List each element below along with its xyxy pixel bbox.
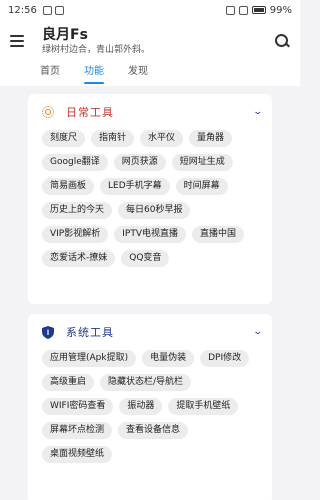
tool-chip[interactable]: 指南针 (91, 130, 135, 147)
tool-chip[interactable]: 水平仪 (140, 130, 184, 147)
tool-chip[interactable]: 桌面视频壁纸 (42, 446, 113, 463)
section-system-tools: 系统工具 ⌄ 应用管理(Apk提取) 电量伪装 DPI修改高级重启 隐藏状态栏/导航栏… (28, 314, 272, 500)
tool-chip[interactable]: WIFI密码查看 (42, 398, 114, 415)
section-header[interactable]: 日常工具 ⌄ (42, 102, 264, 122)
status-time: 12:56 (8, 4, 37, 16)
tool-chip[interactable]: 网页获源 (113, 154, 166, 171)
tool-chip[interactable]: 提取手机壁纸 (168, 398, 239, 415)
tool-chip[interactable]: IPTV电视直播 (114, 226, 186, 243)
tool-chip[interactable]: DPI修改 (200, 350, 250, 367)
tool-list: 刻度尺 指南针 水平仪 量角器 Google翻译 网页获源 短网址生成简易画板 LED手机字幕… (42, 130, 262, 267)
wifi-icon (225, 5, 235, 15)
tab-home[interactable]: 首页 (28, 62, 72, 86)
status-bar: 12:56 99% (0, 0, 300, 20)
tool-chip[interactable]: 高级重启 (42, 374, 95, 391)
app-title: 良月Fs (42, 26, 88, 43)
battery-icon (251, 6, 266, 14)
tool-chip[interactable]: VIP影视解析 (42, 226, 109, 243)
tool-chip[interactable]: QQ变音 (121, 250, 170, 267)
notification-icons (42, 5, 64, 15)
tab-bar: 首页 功能 发现 (0, 62, 300, 86)
tool-chip[interactable]: 应用管理(Apk提取) (42, 350, 137, 367)
section-title: 系统工具 (66, 326, 114, 339)
tool-chip[interactable]: 简易画板 (42, 178, 95, 195)
app-header: 良月Fs 绿树村边合，青山郭外斜。 (0, 20, 300, 62)
tab-discover[interactable]: 发现 (116, 62, 160, 86)
tab-features[interactable]: 功能 (72, 62, 116, 86)
tool-chip[interactable]: 量角器 (189, 130, 233, 147)
section-title: 日常工具 (66, 106, 114, 119)
tool-chip[interactable]: 短网址生成 (171, 154, 233, 171)
tool-chip[interactable]: LED手机字幕 (100, 178, 170, 195)
chevron-down-icon[interactable]: ⌄ (253, 327, 264, 337)
tool-chip[interactable]: 屏幕坏点检测 (42, 422, 113, 439)
section-header[interactable]: 系统工具 ⌄ (42, 322, 264, 342)
tool-chip[interactable]: 历史上的今天 (42, 202, 113, 219)
chevron-down-icon[interactable]: ⌄ (253, 107, 264, 117)
notification-icon (54, 5, 64, 15)
app-subtitle: 绿树村边合，青山郭外斜。 (42, 44, 151, 55)
tool-chip[interactable]: 隐藏状态栏/导航栏 (100, 374, 192, 391)
status-right: 99% (225, 4, 292, 16)
tool-chip[interactable]: 查看设备信息 (118, 422, 189, 439)
tool-chip[interactable]: 每日60秒早报 (118, 202, 191, 219)
shield-icon (42, 325, 54, 339)
header-titles: 良月Fs 绿树村边合，青山郭外斜。 (42, 27, 150, 56)
tool-chip[interactable]: 时间屏幕 (175, 178, 228, 195)
tool-chip[interactable]: 恋爱话术-撩妹 (42, 250, 116, 267)
tool-chip[interactable]: 振动器 (119, 398, 163, 415)
tool-chip[interactable]: 电量伪装 (142, 350, 195, 367)
signal-icon (238, 5, 248, 15)
sun-icon (42, 106, 54, 118)
search-icon[interactable] (274, 33, 290, 49)
notification-icon (42, 5, 52, 15)
menu-icon[interactable] (10, 35, 24, 47)
battery-level: 99% (269, 4, 292, 16)
tool-chip[interactable]: 刻度尺 (42, 130, 86, 147)
tool-list: 应用管理(Apk提取) 电量伪装 DPI修改高级重启 隐藏状态栏/导航栏 WIFI密码查… (42, 350, 262, 463)
tool-chip[interactable]: 直播中国 (192, 226, 245, 243)
section-daily-tools: 日常工具 ⌄ 刻度尺 指南针 水平仪 量角器 Google翻译 网页获源 短网址生成简易画板… (28, 94, 272, 304)
tool-chip[interactable]: Google翻译 (42, 154, 108, 171)
